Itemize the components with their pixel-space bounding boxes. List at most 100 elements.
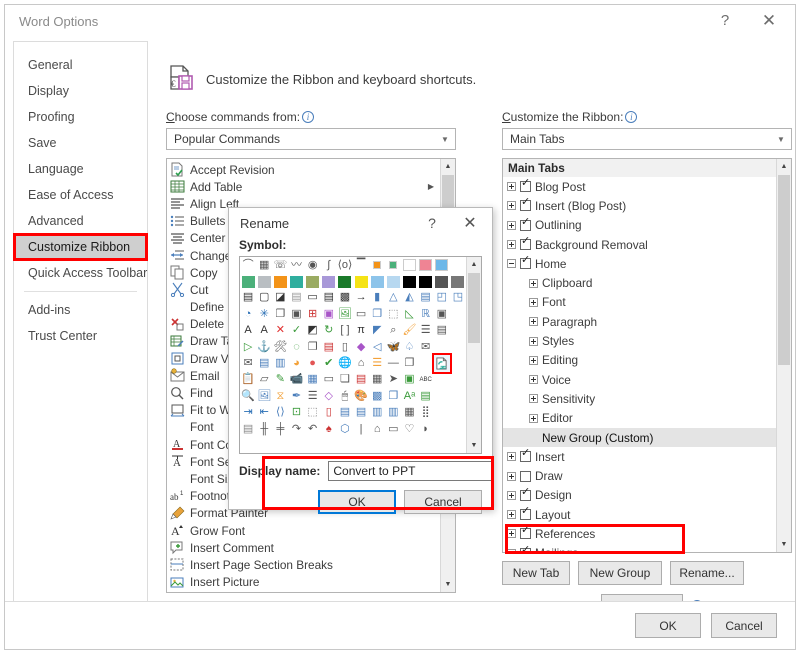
symbol-cell[interactable]: ❐: [272, 306, 288, 322]
symbol-cell[interactable]: ◤: [369, 323, 385, 339]
cancel-button[interactable]: Cancel: [711, 613, 777, 638]
symbol-cell[interactable]: 🎨: [353, 388, 369, 404]
symbol-cell[interactable]: ⧖: [272, 388, 288, 404]
symbol-cell[interactable]: ◪: [272, 290, 288, 306]
sidebar-item-trust-center[interactable]: Trust Center: [14, 323, 147, 349]
symbol-swatch[interactable]: [305, 273, 321, 289]
expand-icon[interactable]: [529, 375, 538, 385]
symbol-cell[interactable]: ⣿: [418, 405, 434, 421]
ribbon-tab-checkbox[interactable]: [520, 506, 531, 521]
symbol-cell[interactable]: ▤: [240, 290, 256, 306]
symbol-cell[interactable]: ▮: [369, 290, 385, 306]
ribbon-tree-item[interactable]: Font: [503, 293, 776, 312]
sidebar-item-display[interactable]: Display: [14, 78, 147, 104]
expand-icon[interactable]: [507, 201, 516, 211]
ribbon-tree-item[interactable]: Voice: [503, 370, 776, 389]
close-icon[interactable]: ✕: [747, 5, 791, 36]
symbol-cell[interactable]: ◕: [288, 355, 304, 371]
scrollbar-thumb[interactable]: [468, 273, 480, 343]
symbol-cell[interactable]: [401, 257, 417, 273]
symbol-cell[interactable]: ♠: [321, 421, 337, 437]
ribbon-tab-checkbox[interactable]: [520, 470, 531, 482]
command-list-item[interactable]: Add Table ▶: [167, 178, 440, 195]
new-group-button[interactable]: New Group: [578, 561, 662, 585]
expand-icon[interactable]: [507, 182, 516, 192]
symbol-cell[interactable]: ▥: [369, 405, 385, 421]
symbol-cell[interactable]: ◺: [401, 306, 417, 322]
symbol-cell[interactable]: ⌂: [369, 421, 385, 437]
symbol-grid[interactable]: ⌒ ▦ ☏ 〰 ◉ ∫ ⟨o⟩ ▔ ▤ ▢ ◪ ▤ ▭ ▤ ▩ → ▮ △ ◭ ▤ ◰ ◳ ◔ ✳ ❐ ▣ ⊞ ▣ 🖼 ▭ ❐ ⬚ ◺ ℝ ▣ A A ✕…: [240, 257, 466, 453]
symbol-cell[interactable]: ⟨o⟩: [337, 257, 353, 273]
symbol-cell[interactable]: ↷: [288, 421, 304, 437]
symbol-cell[interactable]: 🌐: [337, 355, 353, 371]
info-icon[interactable]: i: [302, 111, 315, 123]
ribbon-tree-item[interactable]: Home: [503, 254, 776, 273]
symbol-cell[interactable]: [369, 257, 385, 273]
symbol-cell[interactable]: [434, 421, 450, 437]
symbol-cell[interactable]: [434, 372, 450, 388]
symbol-cell[interactable]: ◭: [401, 290, 417, 306]
symbol-cell[interactable]: ❐: [305, 339, 321, 355]
symbol-swatch[interactable]: [337, 273, 353, 289]
symbol-cell[interactable]: [450, 339, 466, 355]
symbol-cell[interactable]: ⊡: [288, 405, 304, 421]
customize-ribbon-combo[interactable]: Main Tabs ▼: [502, 128, 792, 150]
ribbon-tree-item[interactable]: References: [503, 524, 776, 543]
sidebar-item-save[interactable]: Save: [14, 130, 147, 156]
symbol-cell[interactable]: [434, 405, 450, 421]
symbol-cell[interactable]: ▤: [321, 339, 337, 355]
symbol-cell[interactable]: ∫: [321, 257, 337, 273]
scrollbar-thumb[interactable]: [778, 175, 790, 365]
ribbon-tab-checkbox[interactable]: [520, 545, 531, 552]
ribbon-tree-item[interactable]: Sensitivity: [503, 389, 776, 408]
symbol-cell[interactable]: ♡: [401, 421, 417, 437]
symbol-cell[interactable]: ◁: [369, 339, 385, 355]
symbol-cell[interactable]: ◳: [450, 290, 466, 306]
symbol-swatch[interactable]: [353, 273, 369, 289]
symbol-cell[interactable]: 🖼: [337, 306, 353, 322]
symbol-cell[interactable]: ➤: [385, 372, 401, 388]
symbol-cell[interactable]: ♤: [401, 339, 417, 355]
symbol-cell[interactable]: ◔: [240, 306, 256, 322]
sidebar-item-ease-of-access[interactable]: Ease of Access: [14, 182, 147, 208]
symbol-cell[interactable]: ╫: [256, 421, 272, 437]
rename-ok-button[interactable]: OK: [318, 490, 396, 514]
symbol-cell[interactable]: ◌: [288, 339, 304, 355]
ribbon-tree-item[interactable]: Design: [503, 486, 776, 505]
symbol-cell[interactable]: ▦: [401, 405, 417, 421]
scroll-down-icon[interactable]: ▼: [441, 577, 455, 592]
symbol-cell[interactable]: ●: [305, 355, 321, 371]
symbol-swatch[interactable]: [240, 273, 256, 289]
symbol-cell[interactable]: 🛠: [272, 339, 288, 355]
symbol-cell[interactable]: Aᵃ: [401, 388, 417, 404]
symbol-swatch[interactable]: [288, 273, 304, 289]
ribbon-tree-item[interactable]: Clipboard: [503, 273, 776, 292]
symbol-cell[interactable]: ⊞: [305, 306, 321, 322]
symbol-cell[interactable]: ◇: [321, 388, 337, 404]
ribbon-tree-item[interactable]: Mailings: [503, 544, 776, 552]
symbol-cell[interactable]: ❐: [401, 355, 417, 371]
symbol-cell[interactable]: ▤: [337, 405, 353, 421]
symbol-swatch[interactable]: [369, 273, 385, 289]
rename-cancel-button[interactable]: Cancel: [404, 490, 482, 514]
symbol-cell[interactable]: [434, 388, 450, 404]
symbol-cell[interactable]: ▭: [385, 421, 401, 437]
symbol-cell[interactable]: ⌂: [353, 355, 369, 371]
choose-commands-combo[interactable]: Popular Commands ▼: [166, 128, 456, 150]
symbol-cell[interactable]: ☰: [418, 323, 434, 339]
symbol-cell[interactable]: π: [353, 323, 369, 339]
symbol-cell[interactable]: ◩: [305, 323, 321, 339]
symbol-cell[interactable]: ↶: [305, 421, 321, 437]
symbol-cell[interactable]: ABC: [418, 372, 434, 388]
sidebar-item-add-ins[interactable]: Add-ins: [14, 297, 147, 323]
symbol-cell[interactable]: ▩: [369, 388, 385, 404]
display-name-input[interactable]: [328, 461, 494, 481]
symbol-cell[interactable]: ✒: [288, 388, 304, 404]
symbol-cell[interactable]: 🔍: [240, 388, 256, 404]
symbol-cell[interactable]: [450, 306, 466, 322]
scroll-up-icon[interactable]: ▲: [441, 159, 455, 174]
symbol-cell[interactable]: ▱: [256, 372, 272, 388]
symbol-cell[interactable]: ▤: [418, 290, 434, 306]
ribbon-tree-item[interactable]: Styles: [503, 331, 776, 350]
command-list-item[interactable]: Insert Comment: [167, 539, 440, 556]
